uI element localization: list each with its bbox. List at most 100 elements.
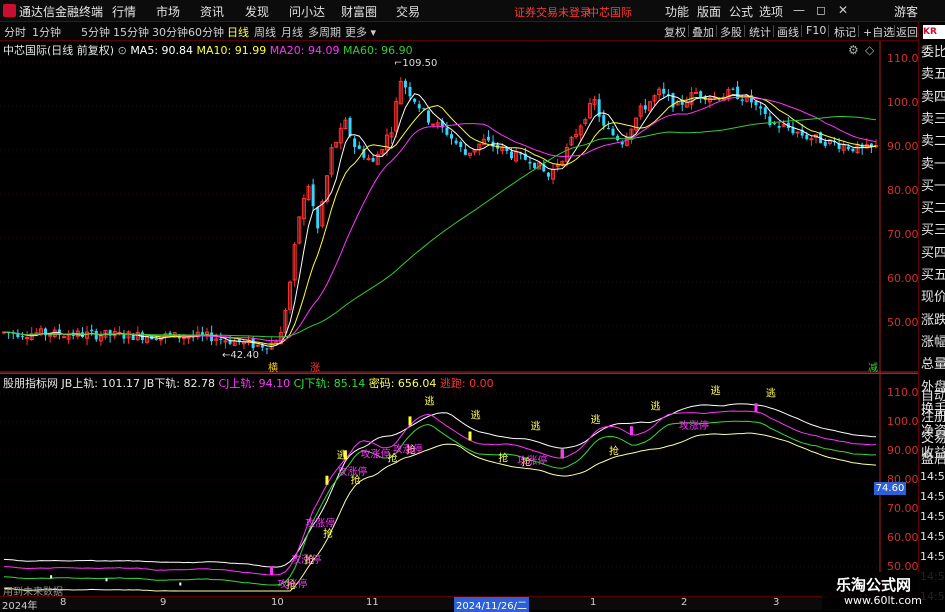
candle-body	[662, 88, 666, 94]
tab-multi-period[interactable]: 多周期	[308, 24, 341, 40]
tab-more[interactable]: 更多 ▾	[345, 24, 376, 40]
menu-item-options[interactable]: 选项	[759, 3, 783, 20]
draw-line-button[interactable]: 画线	[777, 24, 799, 40]
tab-weekly[interactable]: 周线	[254, 24, 276, 40]
escape-signal-label: 逃	[424, 395, 434, 408]
menu-item-layout[interactable]: 版面	[697, 3, 721, 20]
tab-15min[interactable]: 15分钟	[113, 24, 149, 40]
menu-item-market[interactable]: 市场	[156, 3, 180, 20]
adjust-button[interactable]: 复权	[664, 24, 686, 40]
tick-time-label: 14:5	[920, 470, 945, 483]
signal-bar	[468, 431, 472, 441]
quote-side-panel: KR 委比 卖五 卖四 卖三 卖二 卖一 买一 买二 买三 买四 买五 现价 涨跌 涨幅 总量 外盘 换手 净资收…	[918, 22, 945, 603]
toolbar-divider	[716, 25, 717, 37]
candle-body	[643, 105, 647, 110]
tab-intraday[interactable]: 分时	[4, 24, 26, 40]
candle-body	[510, 151, 514, 159]
candle-body	[403, 80, 407, 88]
menu-item-discover[interactable]: 发现	[245, 3, 269, 20]
panel-option-label[interactable]: 交易	[921, 428, 945, 450]
collapse-icon[interactable]: ◇	[865, 43, 874, 57]
candle-body	[505, 147, 509, 151]
escape-signal-label: 逃	[531, 419, 541, 432]
jb-upper-line	[3, 403, 877, 568]
chase-signal-label: 攻涨停	[305, 517, 335, 530]
f10-button[interactable]: F10	[806, 24, 826, 37]
stats-button[interactable]: 统计	[749, 24, 771, 40]
gear-icon[interactable]: ⚙	[848, 43, 859, 57]
guest-user[interactable]: 游客	[894, 3, 918, 20]
legend-toggle-icon[interactable]: ⊙	[118, 44, 127, 57]
minimize-icon[interactable]: —	[790, 2, 808, 18]
candle-body	[413, 98, 417, 102]
quote-field-label: 买四	[921, 245, 945, 261]
quote-field-label: 涨幅	[921, 334, 945, 350]
chase-signal-label: 攻涨停	[393, 442, 423, 455]
chase-signal-label: 攻涨停	[679, 419, 709, 432]
jb-upper-value: JB上轨: 101.17	[61, 377, 140, 390]
candle-body	[699, 91, 703, 98]
candle-body	[348, 118, 352, 137]
cursor-date-label: 2024/11/26/二	[454, 597, 530, 612]
tab-60min[interactable]: 60分钟	[188, 24, 224, 40]
current-stock-link[interactable]: 中芯国际	[588, 4, 632, 20]
kline-chart-panel[interactable]: 中芯国际(日线 前复权) ⊙ MA5: 90.84 MA10: 91.99 MA…	[0, 41, 919, 374]
menu-item-quotes[interactable]: 行情	[112, 3, 136, 20]
candle-body	[528, 161, 532, 164]
high-price-value: 109.50	[402, 58, 438, 69]
trade-login-warning[interactable]: 证券交易未登录	[514, 4, 591, 20]
candle-body	[602, 115, 606, 126]
quote-field-label: 涨跌	[921, 312, 945, 328]
menu-item-news[interactable]: 资讯	[200, 3, 224, 20]
candle-body	[154, 338, 158, 340]
close-icon[interactable]: ✕	[834, 2, 852, 18]
panel-option-label[interactable]: 盘后	[921, 449, 945, 471]
tab-monthly[interactable]: 月线	[281, 24, 303, 40]
back-button[interactable]: 返回	[896, 24, 918, 40]
candle-body	[805, 134, 809, 140]
signal-dot	[105, 578, 108, 582]
high-price-label: ⌐109.50	[394, 58, 437, 69]
escape-value: 逃跑: 0.00	[439, 377, 494, 390]
candle-body	[454, 140, 458, 144]
menu-item-trade[interactable]: 交易	[396, 3, 420, 20]
panel-option-label[interactable]: 注册	[921, 407, 945, 429]
candle-body	[777, 125, 781, 128]
tab-daily[interactable]: 日线	[227, 24, 249, 40]
price-tick: 50.00	[887, 316, 919, 329]
mark-button[interactable]: 标记	[834, 24, 856, 40]
menu-item-ask[interactable]: 问小达	[289, 3, 325, 20]
overlay-button[interactable]: 叠加	[692, 24, 714, 40]
quote-field-label: 买五	[921, 268, 945, 283]
chase-signal-label: 攻涨停	[517, 454, 547, 467]
chase-signal-label: 攻涨停	[337, 465, 367, 478]
menu-item-functions[interactable]: 功能	[665, 3, 689, 20]
candle-body	[181, 337, 186, 340]
signal-bar	[629, 426, 633, 436]
escape-signal-label: 逃	[651, 400, 661, 413]
tab-30min[interactable]: 30分钟	[152, 24, 188, 40]
indicator-chart[interactable]: 逃逃逃逃逃逃逃 逃抢抢抢抢抢抢抢 抢抢攻涨停攻涨停攻涨停攻涨停攻涨停 攻涨停攻涨停攻涨…	[0, 373, 918, 596]
tab-1min[interactable]: 1分钟	[32, 24, 61, 40]
menu-item-formula[interactable]: 公式	[729, 3, 753, 20]
restore-icon[interactable]: ◻	[812, 2, 830, 18]
menu-item-wealth[interactable]: 财富圈	[341, 3, 377, 20]
candle-body	[694, 91, 699, 94]
add-favorite-button[interactable]: +自选	[863, 24, 894, 40]
indicator-tick: 110.0	[887, 386, 919, 399]
multi-stock-button[interactable]: 多股	[720, 24, 742, 40]
kline-chart[interactable]	[0, 41, 918, 373]
candle-body	[763, 107, 767, 114]
candle-body	[445, 127, 449, 135]
date-label: 11	[366, 597, 379, 608]
indicator-tick: 100.0	[887, 415, 919, 428]
indicator-chart-panel[interactable]: 逃逃逃逃逃逃逃逃抢抢抢抢抢抢抢抢抢攻涨停 攻涨停 攻涨停 攻涨停 攻涨停 攻涨停 攻涨停 攻涨…	[0, 373, 919, 598]
escape-signal-label: 逃	[766, 386, 776, 399]
indicator-tick: 60.00	[887, 531, 919, 544]
tab-5min[interactable]: 5分钟	[81, 24, 110, 40]
quote-field-label: 卖二	[921, 134, 945, 150]
candle-body	[426, 110, 430, 123]
panel-option-label[interactable]: 自动	[921, 386, 945, 408]
signal-tag: 横	[268, 363, 278, 374]
indicator-tick: 70.00	[887, 502, 919, 515]
